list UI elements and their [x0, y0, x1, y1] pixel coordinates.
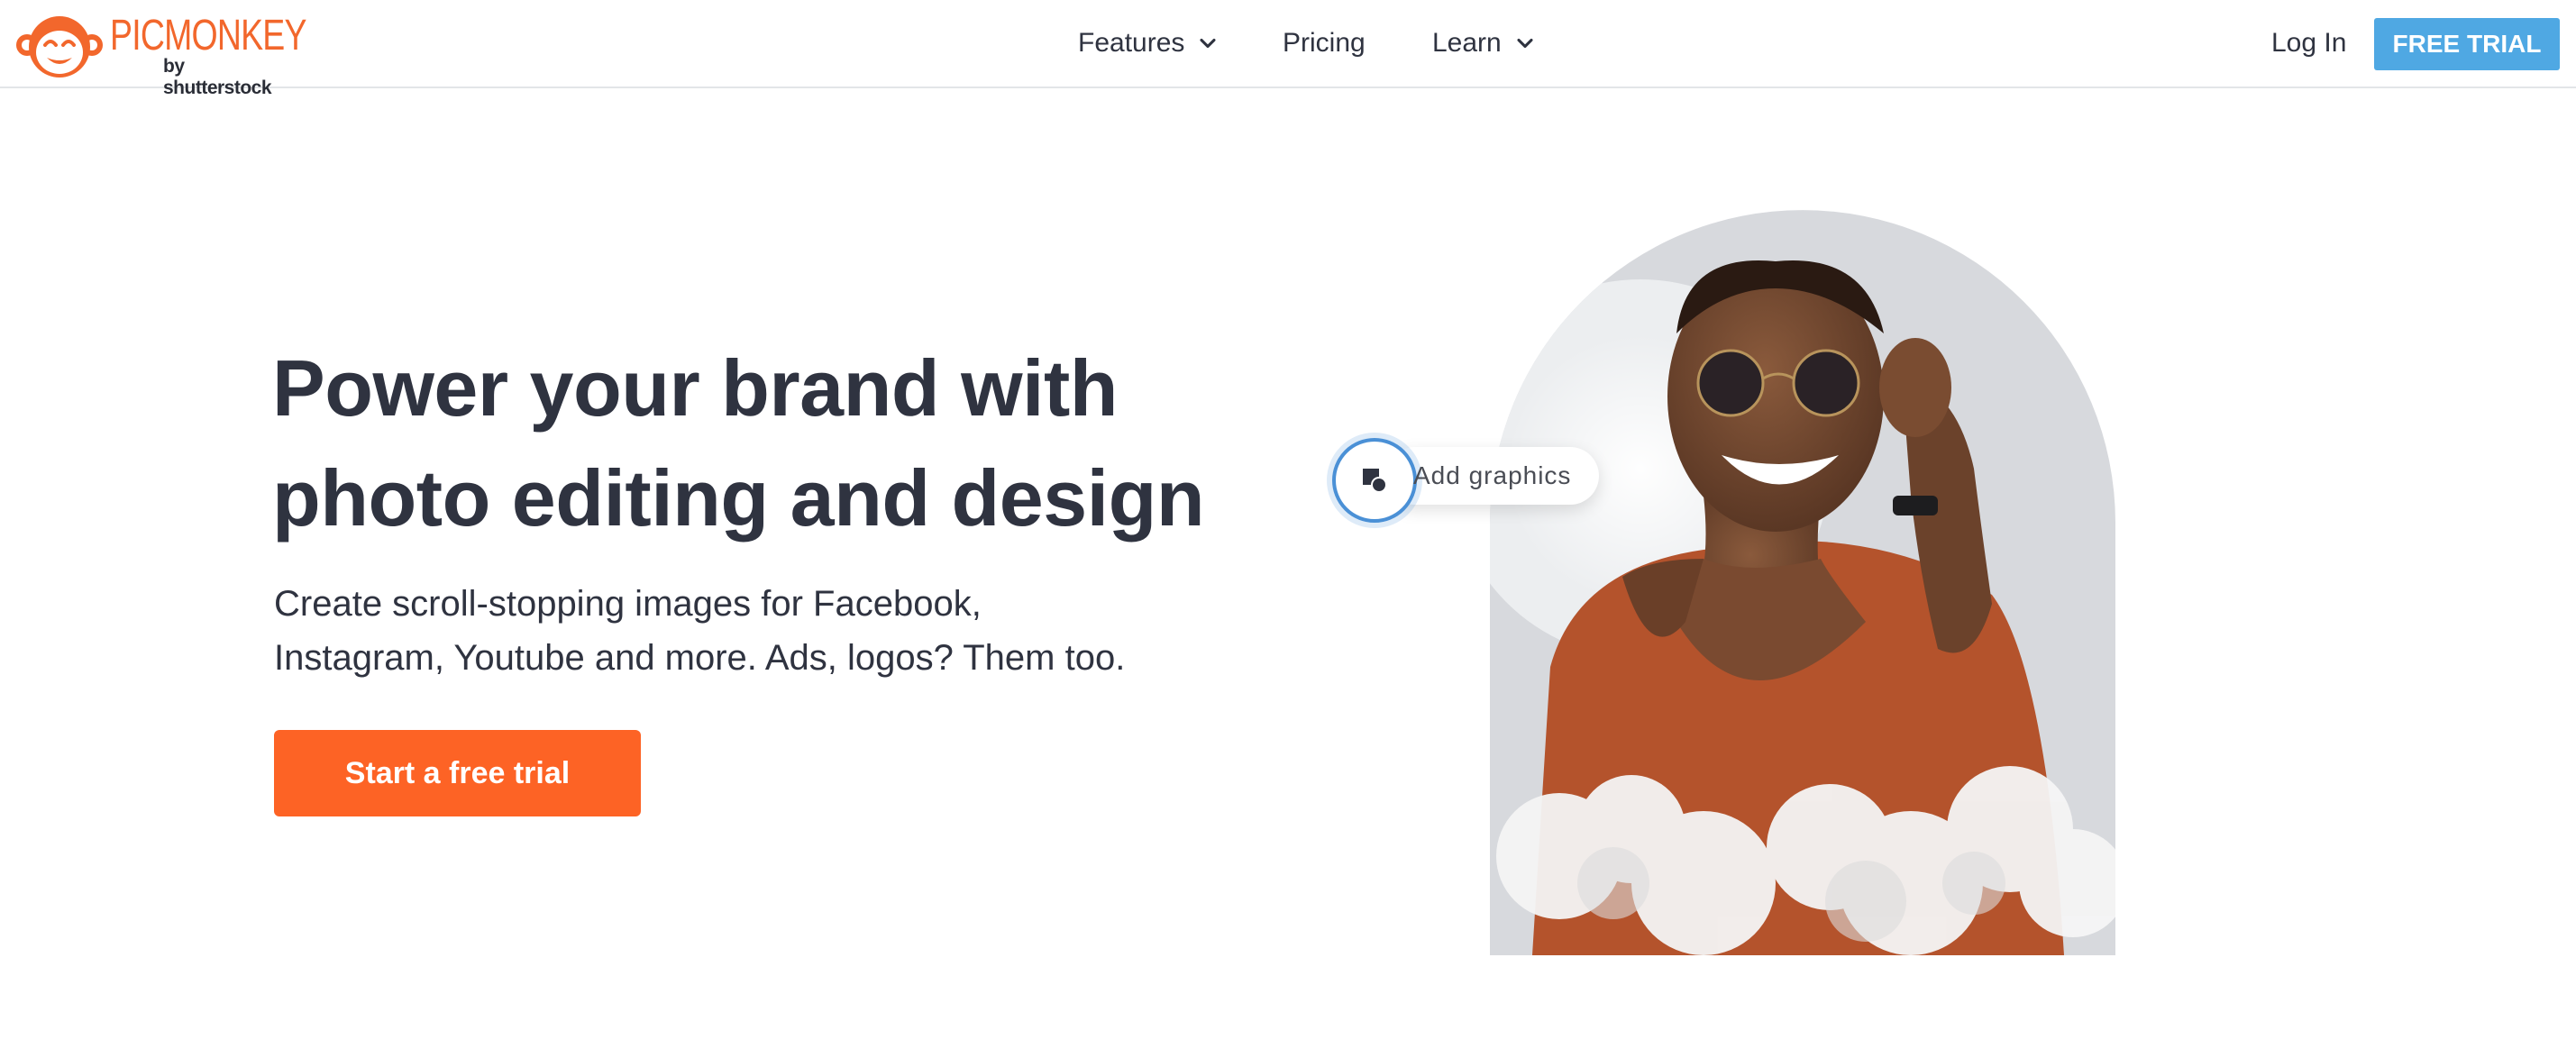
hero-title-line-1: Power your brand with [272, 343, 1119, 433]
add-graphics-label: Add graphics [1413, 461, 1572, 489]
hero-subtitle-line-2: Instagram, Youtube and more. Ads, logos?… [274, 638, 1126, 678]
add-graphics-icon-circle [1332, 438, 1417, 523]
brand-subtitle: by shutterstock [163, 56, 272, 98]
hero-illustration [1325, 198, 2154, 955]
hero-subtitle-line-1: Create scroll-stopping images for Facebo… [274, 584, 982, 624]
nav-pricing-label: Pricing [1283, 28, 1366, 58]
nav-learn[interactable]: Learn [1432, 0, 1538, 87]
nav-pricing[interactable]: Pricing [1283, 0, 1366, 87]
hero-subtitle: Create scroll-stopping images for Facebo… [274, 577, 1157, 685]
picmonkey-logo[interactable]: PICMONKEY by shutterstock [14, 11, 306, 98]
top-navigation-bar: PICMONKEY by shutterstock Features Prici… [0, 0, 2576, 98]
hero-title-line-2: photo editing and design [272, 453, 1205, 543]
add-graphics-badge: Add graphics [1332, 438, 1603, 523]
chevron-down-icon [1517, 38, 1533, 49]
chevron-down-icon [1200, 38, 1216, 49]
shapes-icon [1363, 469, 1387, 493]
start-free-trial-button[interactable]: Start a free trial [274, 730, 641, 816]
monkey-logo-icon [16, 16, 103, 78]
free-trial-button[interactable]: FREE TRIAL [2374, 18, 2560, 70]
login-link[interactable]: Log In [2271, 0, 2346, 87]
nav-features-label: Features [1078, 28, 1185, 58]
nav-features[interactable]: Features [1078, 0, 1220, 87]
brand-wordmark: PICMONKEY [110, 12, 306, 59]
nav-learn-label: Learn [1432, 28, 1502, 58]
hero-title: Power your brand with photo editing and … [272, 333, 1264, 553]
hero-photo [1490, 210, 2115, 955]
